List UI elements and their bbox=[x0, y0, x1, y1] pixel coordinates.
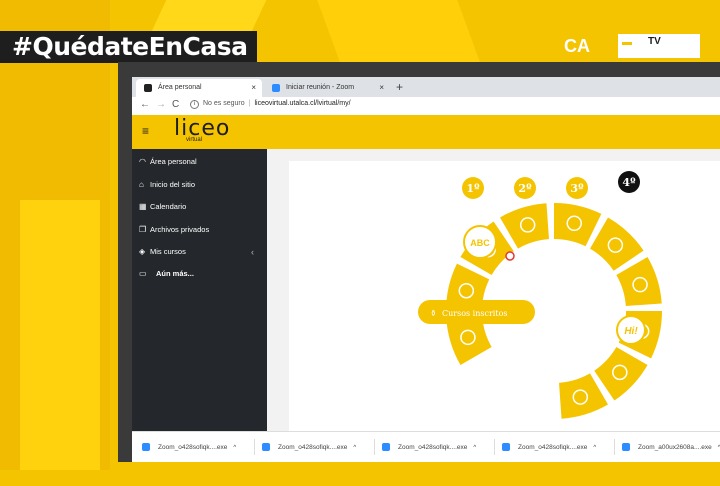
download-item[interactable]: Zoom_a00ux2608a....exe ^ bbox=[622, 441, 720, 455]
sidebar-item-archivos[interactable]: ❐ Archivos privados bbox=[139, 223, 209, 237]
sidebar-item-mis-cursos[interactable]: ◈ Mis cursos bbox=[139, 245, 186, 259]
channel-logo-dash bbox=[622, 42, 632, 45]
info-icon[interactable]: i bbox=[190, 100, 199, 109]
sidebar-item-area-personal[interactable]: ◠ Área personal bbox=[139, 155, 197, 169]
cursos-inscritos-label: Cursos inscritos bbox=[442, 309, 507, 318]
url-separator: | bbox=[248, 100, 251, 107]
site-favicon-icon bbox=[144, 84, 152, 92]
download-item[interactable]: Zoom_o428sofiqk....exe ^ bbox=[502, 441, 596, 455]
chevron-left-icon[interactable]: ‹ bbox=[251, 247, 254, 257]
address-bar: ← → C i No es seguro | liceovirtual.utalca.… bbox=[132, 97, 720, 116]
cursos-inscritos-icon: ⚱ bbox=[430, 309, 437, 318]
tab-zoom[interactable]: Iniciar reunión - Zoom × bbox=[264, 79, 390, 97]
course-card: 1º 2º 3º 4º ⚱ Cursos inscritos ABC Hi! bbox=[289, 161, 720, 431]
download-filename: Zoom_o428sofiqk....exe bbox=[158, 444, 228, 451]
home-icon: ⌂ bbox=[139, 180, 144, 189]
wheel-segment[interactable] bbox=[590, 217, 644, 271]
bottom-strip bbox=[0, 470, 720, 486]
url-text[interactable]: liceovirtual.utalca.cl/lvirtual/my/ bbox=[254, 100, 350, 107]
chevron-up-icon[interactable]: ^ bbox=[353, 445, 356, 451]
reload-icon[interactable]: C bbox=[172, 99, 179, 110]
sidebar-item-label: Archivos privados bbox=[150, 225, 210, 234]
channel-logo-prefix: CA bbox=[564, 36, 590, 56]
download-divider bbox=[374, 439, 375, 455]
grade-1-label: 1º bbox=[466, 182, 480, 195]
download-divider bbox=[254, 439, 255, 455]
course-wheel: 1º 2º 3º 4º ⚱ Cursos inscritos ABC Hi! bbox=[418, 171, 662, 419]
sidebar-item-inicio[interactable]: ⌂ Inicio del sitio bbox=[139, 178, 195, 192]
download-item[interactable]: Zoom_o428sofiqk....exe ^ bbox=[262, 441, 356, 455]
graduation-cap-icon: ◈ bbox=[139, 247, 146, 256]
wheel-segment[interactable] bbox=[554, 203, 602, 247]
download-item[interactable]: Zoom_o428sofiqk....exe ^ bbox=[142, 441, 236, 455]
grade-2-label: 2º bbox=[518, 182, 532, 195]
download-filename: Zoom_o428sofiqk....exe bbox=[278, 444, 348, 451]
tab-label: Iniciar reunión - Zoom bbox=[286, 84, 355, 91]
zoom-file-icon bbox=[502, 443, 510, 452]
tab-bar: Área personal × Iniciar reunión - Zoom ×… bbox=[132, 77, 720, 97]
channel-logo-box: TV bbox=[618, 34, 700, 58]
grade-4-label: 4º bbox=[622, 176, 636, 189]
hi-bubble-label: Hi! bbox=[624, 326, 638, 337]
forward-arrow-icon[interactable]: → bbox=[156, 99, 166, 110]
download-filename: Zoom_a00ux2608a....exe bbox=[638, 444, 712, 451]
site-logo-subtitle: virtual bbox=[186, 137, 203, 143]
download-item[interactable]: Zoom_o428sofiqk....exe ^ bbox=[382, 441, 476, 455]
tab-close-icon[interactable]: × bbox=[251, 79, 256, 97]
abc-bubble-label: ABC bbox=[470, 238, 490, 248]
no-entry-icon bbox=[505, 251, 515, 261]
download-divider bbox=[494, 439, 495, 455]
channel-logo: CA TV bbox=[560, 34, 700, 58]
file-icon: ❐ bbox=[139, 225, 147, 234]
site-header: ≡ liceo virtual bbox=[132, 115, 720, 149]
zoom-file-icon bbox=[142, 443, 150, 452]
calendar-icon: ▦ bbox=[139, 202, 147, 211]
hashtag-banner: #QuédateEnCasa bbox=[0, 31, 258, 63]
sidebar-item-label: Mis cursos bbox=[150, 247, 186, 256]
sidebar-nav: ◠ Área personal ⌂ Inicio del sitio ▦ Calend… bbox=[132, 149, 267, 431]
download-filename: Zoom_o428sofiqk....exe bbox=[398, 444, 468, 451]
back-arrow-icon[interactable]: ← bbox=[140, 99, 150, 110]
sidebar-item-label: Inicio del sitio bbox=[150, 180, 196, 189]
browser-window: Área personal × Iniciar reunión - Zoom ×… bbox=[132, 77, 720, 462]
tab-area-personal[interactable]: Área personal × bbox=[136, 79, 262, 97]
sidebar-item-calendario[interactable]: ▦ Calendario bbox=[139, 200, 186, 214]
downloads-bar: Zoom_o428sofiqk....exe ^ Zoom_o428sofiqk.… bbox=[132, 431, 720, 462]
tab-label: Área personal bbox=[158, 84, 202, 91]
gauge-icon: ◠ bbox=[139, 157, 146, 166]
chevron-up-icon[interactable]: ^ bbox=[473, 445, 476, 451]
zoom-file-icon bbox=[622, 443, 630, 452]
zoom-file-icon bbox=[262, 443, 270, 452]
sidebar-item-label: Calendario bbox=[150, 202, 187, 211]
site-logo[interactable]: liceo bbox=[174, 118, 230, 140]
sidebar-item-label: Área personal bbox=[150, 157, 197, 166]
download-divider bbox=[614, 439, 615, 455]
folder-icon: ▭ bbox=[139, 269, 147, 278]
download-filename: Zoom_o428sofiqk....exe bbox=[518, 444, 588, 451]
tab-close-icon[interactable]: × bbox=[379, 79, 384, 97]
zoom-favicon-icon bbox=[272, 84, 280, 92]
wheel-segment[interactable] bbox=[594, 347, 648, 401]
chevron-up-icon[interactable]: ^ bbox=[593, 445, 596, 451]
main-content: 1º 2º 3º 4º ⚱ Cursos inscritos ABC Hi! bbox=[267, 149, 720, 431]
url-field[interactable]: i No es seguro | liceovirtual.utalca.cl/lvi… bbox=[190, 100, 351, 109]
sidebar-item-label: Aún más... bbox=[156, 269, 194, 278]
new-tab-button[interactable]: + bbox=[396, 80, 403, 94]
channel-logo-suffix: TV bbox=[648, 36, 661, 47]
security-label: No es seguro bbox=[203, 100, 245, 107]
sidebar-item-aun-mas[interactable]: ▭ Aún más... bbox=[139, 267, 194, 281]
zoom-file-icon bbox=[382, 443, 390, 452]
grade-3-label: 3º bbox=[570, 182, 584, 195]
chevron-up-icon[interactable]: ^ bbox=[233, 445, 236, 451]
menu-icon[interactable]: ≡ bbox=[142, 124, 149, 138]
